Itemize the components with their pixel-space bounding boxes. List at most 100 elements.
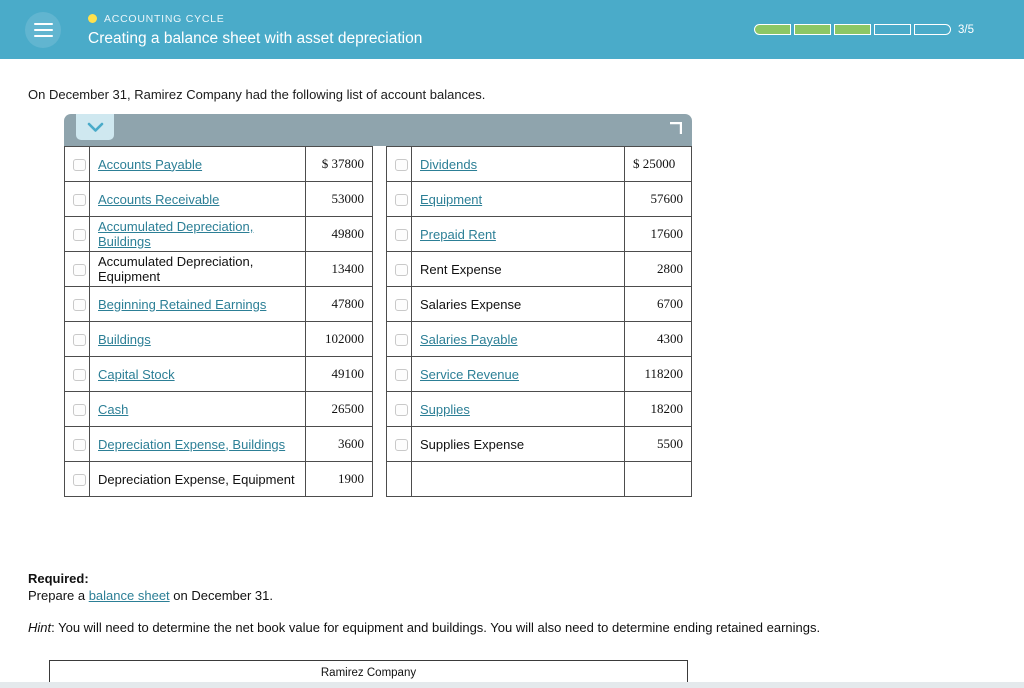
- account-name-cell[interactable]: Cash: [89, 391, 306, 427]
- table-row[interactable]: Capital Stock 49100: [64, 356, 373, 392]
- account-name-cell[interactable]: Equipment: [411, 181, 625, 217]
- account-link[interactable]: Dividends: [420, 157, 477, 172]
- table-row[interactable]: Accumulated Depreciation, Buildings 4980…: [64, 216, 373, 252]
- table-row[interactable]: Service Revenue 118200: [386, 356, 692, 392]
- row-checkbox-cell[interactable]: [386, 181, 412, 217]
- page-title: Creating a balance sheet with asset depr…: [88, 30, 423, 47]
- row-checkbox-cell[interactable]: [64, 251, 90, 287]
- account-amount-cell: $ 37800: [305, 146, 373, 182]
- account-name-cell[interactable]: Depreciation Expense, Buildings: [89, 426, 306, 462]
- row-checkbox-cell[interactable]: [386, 251, 412, 287]
- row-checkbox[interactable]: [73, 229, 86, 242]
- table-row[interactable]: Depreciation Expense, Equipment 1900: [64, 461, 373, 497]
- row-checkbox-cell[interactable]: [386, 216, 412, 252]
- collapse-toggle-button[interactable]: [76, 114, 114, 140]
- account-name-cell[interactable]: Accounts Payable: [89, 146, 306, 182]
- account-amount-cell: 57600: [624, 181, 692, 217]
- row-checkbox-cell[interactable]: [64, 146, 90, 182]
- hamburger-menu-icon[interactable]: [25, 11, 61, 48]
- table-row[interactable]: Prepaid Rent 17600: [386, 216, 692, 252]
- account-link[interactable]: Buildings: [98, 332, 151, 347]
- account-link[interactable]: Salaries Payable: [420, 332, 518, 347]
- table-row[interactable]: Buildings 102000: [64, 321, 373, 357]
- row-checkbox[interactable]: [73, 264, 86, 277]
- account-link[interactable]: Cash: [98, 402, 128, 417]
- row-checkbox[interactable]: [395, 264, 408, 277]
- progress-segment-5: [914, 24, 951, 35]
- row-checkbox[interactable]: [395, 334, 408, 347]
- table-row[interactable]: Beginning Retained Earnings 47800: [64, 286, 373, 322]
- row-checkbox[interactable]: [395, 299, 408, 312]
- account-name-cell[interactable]: Supplies: [411, 391, 625, 427]
- account-name-cell[interactable]: Prepaid Rent: [411, 216, 625, 252]
- table-row[interactable]: Rent Expense 2800: [386, 251, 692, 287]
- account-name-cell[interactable]: Accumulated Depreciation, Buildings: [89, 216, 306, 252]
- table-row[interactable]: Cash 26500: [64, 391, 373, 427]
- account-link[interactable]: Depreciation Expense, Buildings: [98, 437, 285, 452]
- account-link[interactable]: Accounts Payable: [98, 157, 202, 172]
- row-checkbox[interactable]: [395, 194, 408, 207]
- table-row[interactable]: Dividends $ 25000: [386, 146, 692, 182]
- row-checkbox-cell[interactable]: [64, 181, 90, 217]
- row-checkbox-cell[interactable]: [386, 321, 412, 357]
- progress-indicator: 3/5: [754, 24, 974, 36]
- account-name-cell[interactable]: Beginning Retained Earnings: [89, 286, 306, 322]
- row-checkbox[interactable]: [73, 194, 86, 207]
- row-checkbox[interactable]: [395, 159, 408, 172]
- table-row[interactable]: Accounts Receivable 53000: [64, 181, 373, 217]
- row-checkbox[interactable]: [395, 439, 408, 452]
- row-checkbox[interactable]: [73, 439, 86, 452]
- table-row[interactable]: Supplies 18200: [386, 391, 692, 427]
- row-checkbox[interactable]: [395, 369, 408, 382]
- table-row[interactable]: Equipment 57600: [386, 181, 692, 217]
- progress-segment-4: [874, 24, 911, 35]
- row-checkbox[interactable]: [73, 299, 86, 312]
- row-checkbox-cell[interactable]: [386, 426, 412, 462]
- account-table-left-body: Accounts Payable $ 37800 Accounts Receiv…: [64, 146, 373, 497]
- row-checkbox[interactable]: [395, 229, 408, 242]
- account-link[interactable]: Service Revenue: [420, 367, 519, 382]
- row-checkbox-cell[interactable]: [64, 461, 90, 497]
- row-checkbox[interactable]: [73, 474, 86, 487]
- row-checkbox-cell[interactable]: [64, 356, 90, 392]
- account-link[interactable]: Capital Stock: [98, 367, 175, 382]
- row-checkbox-cell[interactable]: [64, 391, 90, 427]
- table-row[interactable]: Depreciation Expense, Buildings 3600: [64, 426, 373, 462]
- account-link[interactable]: Prepaid Rent: [420, 227, 496, 242]
- account-name-cell[interactable]: Capital Stock: [89, 356, 306, 392]
- table-row[interactable]: Salaries Expense 6700: [386, 286, 692, 322]
- row-checkbox[interactable]: [73, 159, 86, 172]
- row-checkbox[interactable]: [73, 334, 86, 347]
- table-row[interactable]: Salaries Payable 4300: [386, 321, 692, 357]
- row-checkbox-cell[interactable]: [64, 321, 90, 357]
- account-name-cell[interactable]: Dividends: [411, 146, 625, 182]
- corner-bracket-icon[interactable]: [669, 122, 682, 135]
- row-checkbox-cell[interactable]: [386, 286, 412, 322]
- row-checkbox[interactable]: [73, 404, 86, 417]
- row-checkbox[interactable]: [395, 404, 408, 417]
- account-link[interactable]: Equipment: [420, 192, 482, 207]
- account-amount-cell: 118200: [624, 356, 692, 392]
- account-name-cell[interactable]: Service Revenue: [411, 356, 625, 392]
- row-checkbox-cell[interactable]: [386, 146, 412, 182]
- account-name-cell[interactable]: Accounts Receivable: [89, 181, 306, 217]
- account-link[interactable]: Accounts Receivable: [98, 192, 219, 207]
- account-link[interactable]: Beginning Retained Earnings: [98, 297, 266, 312]
- table-row[interactable]: Accounts Payable $ 37800: [64, 146, 373, 182]
- row-checkbox-cell[interactable]: [64, 216, 90, 252]
- account-name: Accumulated Depreciation, Equipment: [98, 254, 254, 284]
- required-prefix: Prepare a: [28, 588, 89, 603]
- balance-sheet-link[interactable]: balance sheet: [89, 588, 170, 603]
- account-link[interactable]: Accumulated Depreciation, Buildings: [98, 219, 253, 249]
- table-row[interactable]: Accumulated Depreciation, Equipment 1340…: [64, 251, 373, 287]
- account-name-cell[interactable]: Buildings: [89, 321, 306, 357]
- row-checkbox-cell[interactable]: [386, 391, 412, 427]
- row-checkbox-cell[interactable]: [64, 426, 90, 462]
- account-name-cell[interactable]: Salaries Payable: [411, 321, 625, 357]
- progress-segment-2: [794, 24, 831, 35]
- table-row[interactable]: Supplies Expense 5500: [386, 426, 692, 462]
- row-checkbox[interactable]: [73, 369, 86, 382]
- row-checkbox-cell[interactable]: [386, 356, 412, 392]
- account-link[interactable]: Supplies: [420, 402, 470, 417]
- row-checkbox-cell[interactable]: [64, 286, 90, 322]
